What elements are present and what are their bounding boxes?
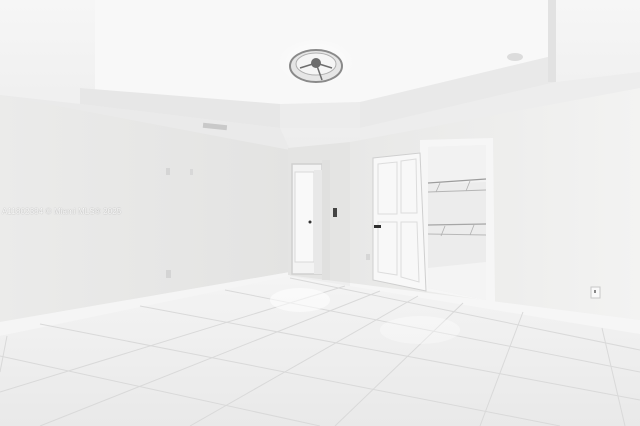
- ceiling-light-icon: [276, 38, 356, 86]
- closet-door: [372, 152, 427, 292]
- walk-in-closet: [420, 138, 495, 302]
- photo-watermark: A11802384 © Miami MLS® 2025: [2, 207, 122, 216]
- back-wall: [288, 142, 350, 283]
